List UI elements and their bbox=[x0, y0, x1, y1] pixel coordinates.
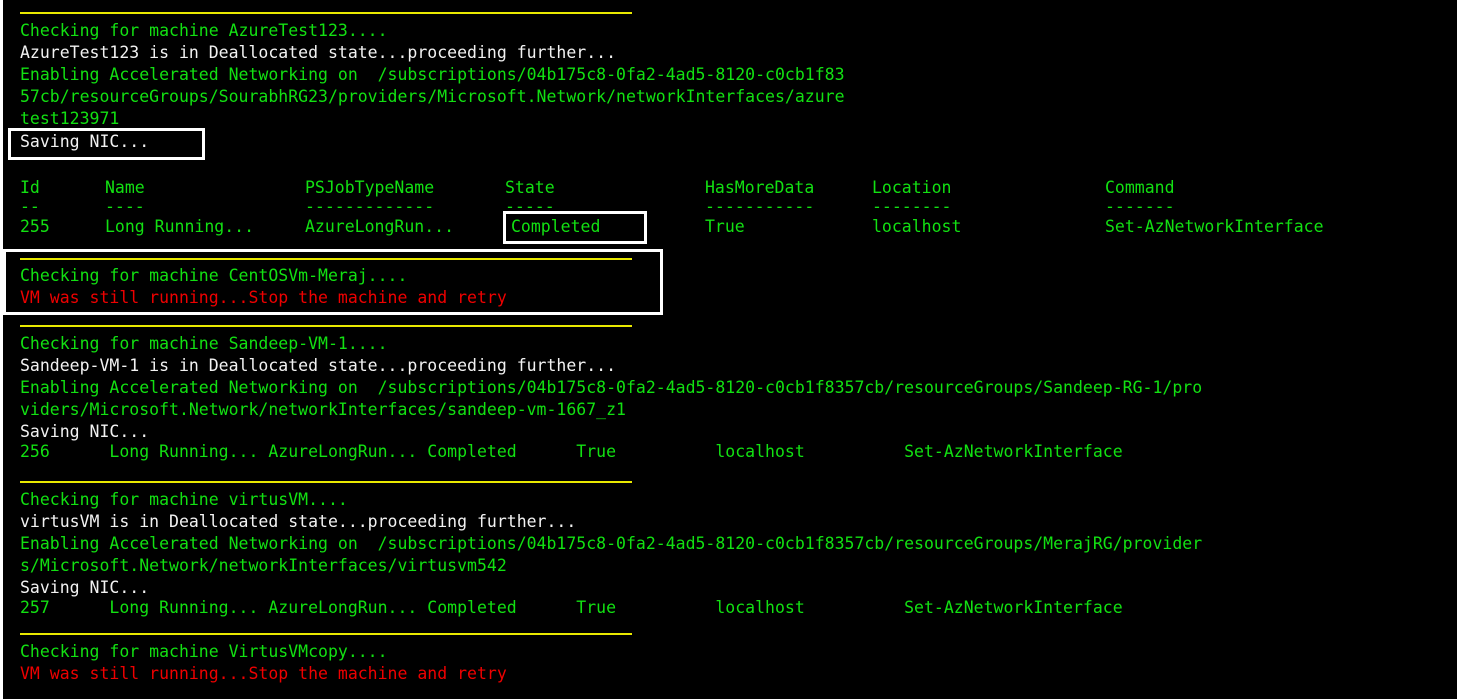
enabling-accelerated-networking-sandeep-vm-1-line1: Enabling Accelerated Networking on /subs… bbox=[20, 378, 1203, 397]
enabling-accelerated-networking-azuretest123-line2: 57cb/resourceGroups/SourabhRG23/provider… bbox=[20, 87, 845, 106]
job-row-257: 257 Long Running... AzureLongRun... Comp… bbox=[20, 598, 1123, 617]
job-row-255-hasmoredata: True bbox=[705, 217, 745, 236]
checking-machine-centosvm-meraj: Checking for machine CentOSVm-Meraj.... bbox=[20, 266, 408, 285]
job-row-256: 256 Long Running... AzureLongRun... Comp… bbox=[20, 442, 1123, 461]
error-centosvm-meraj: VM was still running...Stop the machine … bbox=[20, 288, 507, 307]
saving-nic-virtusvm: Saving NIC... bbox=[20, 578, 150, 597]
job-table-dashes-hasmoredata: ----------- bbox=[705, 197, 815, 216]
job-row-255-id: 255 bbox=[20, 217, 50, 236]
job-table-dashes-id: -- bbox=[20, 197, 40, 216]
checking-machine-sandeep-vm-1: Checking for machine Sandeep-VM-1.... bbox=[20, 334, 388, 353]
job-table-dashes-psjobtypename: ------------- bbox=[305, 197, 435, 216]
state-azuretest123: AzureTest123 is in Deallocated state...p… bbox=[20, 43, 617, 62]
checking-machine-virtusvm: Checking for machine virtusVM.... bbox=[20, 490, 348, 509]
job-row-255-state: Completed bbox=[511, 217, 601, 236]
error-virtusvmcopy: VM was still running...Stop the machine … bbox=[20, 664, 507, 683]
section-separator-3 bbox=[20, 325, 632, 327]
section-separator-2 bbox=[20, 258, 632, 260]
job-row-255-name: Long Running... bbox=[105, 217, 255, 236]
console-left-border bbox=[0, 0, 3, 699]
checking-machine-azuretest123: Checking for machine AzureTest123.... bbox=[20, 21, 388, 40]
enabling-accelerated-networking-virtusvm-line1: Enabling Accelerated Networking on /subs… bbox=[20, 534, 1203, 553]
state-sandeep-vm-1: Sandeep-VM-1 is in Deallocated state...p… bbox=[20, 356, 617, 375]
enabling-accelerated-networking-sandeep-vm-1-line2: viders/Microsoft.Network/networkInterfac… bbox=[20, 400, 626, 419]
section-separator-4 bbox=[20, 481, 632, 483]
saving-nic-sandeep-vm-1: Saving NIC... bbox=[20, 422, 150, 441]
enabling-accelerated-networking-virtusvm-line2: s/Microsoft.Network/networkInterfaces/vi… bbox=[20, 556, 507, 575]
saving-nic-azuretest123: Saving NIC... bbox=[20, 132, 150, 151]
checking-machine-virtusvmcopy: Checking for machine VirtusVMcopy.... bbox=[20, 642, 388, 661]
state-virtusvm: virtusVM is in Deallocated state...proce… bbox=[20, 512, 577, 531]
job-table-dashes-name: ---- bbox=[105, 197, 145, 216]
terminal-console[interactable]: Checking for machine AzureTest123.... Az… bbox=[0, 0, 1459, 699]
job-row-255-location: localhost bbox=[872, 217, 962, 236]
job-table-dashes-state: ----- bbox=[505, 197, 555, 216]
job-table-dashes-location: -------- bbox=[872, 197, 952, 216]
job-row-255-command: Set-AzNetworkInterface bbox=[1105, 217, 1324, 236]
job-table-dashes-command: ------- bbox=[1105, 197, 1175, 216]
enabling-accelerated-networking-azuretest123-line1: Enabling Accelerated Networking on /subs… bbox=[20, 65, 845, 84]
enabling-accelerated-networking-azuretest123-line3: test123971 bbox=[20, 109, 120, 128]
section-separator-5 bbox=[20, 633, 632, 635]
section-separator-1 bbox=[20, 12, 632, 14]
job-row-255-psjobtypename: AzureLongRun... bbox=[305, 217, 455, 236]
